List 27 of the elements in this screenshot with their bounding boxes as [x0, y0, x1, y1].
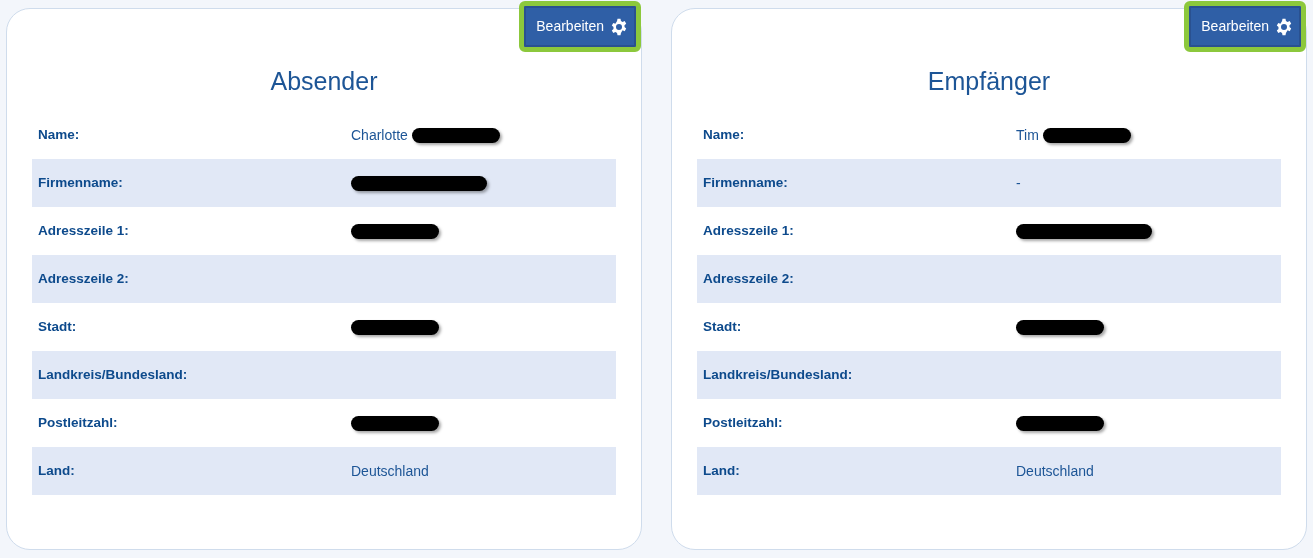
settings-icon	[1275, 17, 1293, 36]
field-value: Tim	[1016, 125, 1039, 145]
edit-button[interactable]: Bearbeiten	[1184, 1, 1306, 52]
field-label: Stadt:	[702, 317, 743, 336]
field-label: Landkreis/Bundesland:	[37, 365, 189, 384]
panel-title: Empfänger	[926, 66, 1052, 97]
field-label: Adresszeile 2:	[702, 269, 795, 288]
field-label: Adresszeile 1:	[37, 221, 130, 240]
field-label: Postleitzahl:	[37, 413, 119, 432]
field-label: Land:	[37, 461, 76, 480]
field-label: Postleitzahl:	[702, 413, 784, 432]
field-value: Deutschland	[1016, 461, 1094, 481]
field-label: Land:	[702, 461, 741, 480]
field-label: Firmenname:	[37, 173, 124, 192]
field-label: Stadt:	[37, 317, 78, 336]
field-value: -	[1016, 173, 1021, 193]
field-label: Adresszeile 2:	[37, 269, 130, 288]
field-label: Landkreis/Bundesland:	[702, 365, 854, 384]
panel-title: Absender	[269, 66, 379, 97]
field-label: Firmenname:	[702, 173, 789, 192]
settings-icon	[610, 17, 628, 36]
field-label: Name:	[702, 125, 746, 144]
edit-button[interactable]: Bearbeiten	[519, 1, 641, 52]
field-value: Deutschland	[351, 461, 429, 481]
field-label: Name:	[37, 125, 81, 144]
field-label: Adresszeile 1:	[702, 221, 795, 240]
field-value: Charlotte	[351, 125, 408, 145]
